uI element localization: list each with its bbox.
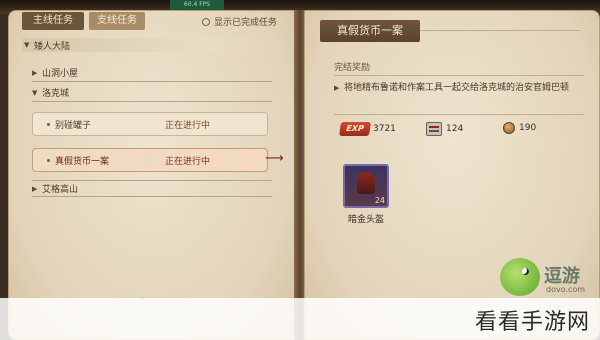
radio-icon[interactable]: [202, 17, 210, 26]
section-label: 完结奖励: [334, 63, 371, 73]
quest-name: 真假货币一案: [55, 156, 110, 167]
region-item-cave-hut[interactable]: ▶ 山洞小屋: [22, 66, 272, 80]
dovo-logo-icon: [500, 258, 540, 296]
bullet-icon: [47, 158, 50, 162]
triangle-right-icon: ▶: [32, 68, 38, 77]
arrow-right-icon[interactable]: ⟶: [265, 152, 284, 166]
reward-scroll: 124: [426, 122, 463, 136]
divider: [420, 30, 580, 31]
reward-exp: EXP 3721: [339, 122, 396, 136]
quest-status: 正在进行中: [165, 156, 211, 167]
triangle-right-icon: ▶: [32, 184, 38, 193]
fps-counter: 60.4 FPS: [170, 0, 224, 10]
region-label: 艾格高山: [42, 185, 79, 195]
divider: [32, 81, 272, 82]
divider: [32, 101, 272, 102]
helmet-icon: [357, 172, 375, 194]
bullet-icon: [47, 122, 50, 126]
objective-text: 将地精布鲁诺和作案工具一起交给洛克城的治安官姆巴顿: [344, 83, 570, 93]
item-level: 24: [374, 196, 385, 205]
show-completed-toggle[interactable]: 显示已完成任务: [202, 15, 277, 28]
triangle-right-icon: ▶: [334, 84, 340, 92]
divider: [334, 114, 584, 115]
reward-coin: 190: [503, 122, 536, 134]
reward-value: 3721: [373, 124, 396, 134]
triangle-down-icon: ▼: [24, 41, 30, 49]
tab-main-quests[interactable]: 主线任务: [22, 12, 84, 30]
triangle-down-icon: ▼: [32, 88, 38, 97]
region-label: 矮人大陆: [34, 41, 71, 52]
quest-title: 真假货币一案: [320, 20, 420, 42]
quest-list-page: [8, 10, 296, 340]
watermark-domain: dovo.com: [546, 285, 586, 294]
coin-icon: [503, 122, 515, 134]
region-item-eger-mountain[interactable]: ▶ 艾格高山: [22, 182, 272, 196]
region-label: 山洞小屋: [42, 69, 79, 79]
quest-item-counterfeit-case[interactable]: 真假货币一案 正在进行中: [32, 148, 268, 172]
reward-item-slot[interactable]: 24: [343, 164, 389, 208]
divider: [32, 196, 272, 197]
quest-status: 正在进行中: [165, 120, 211, 131]
divider: [32, 180, 272, 181]
quest-name: 别碰罐子: [55, 120, 92, 131]
quest-objective: ▶ 将地精布鲁诺和作案工具一起交给洛克城的治安官姆巴顿: [334, 82, 574, 95]
region-label: 洛克城: [42, 89, 70, 99]
show-completed-label: 显示已完成任务: [214, 18, 278, 28]
scroll-icon: [426, 122, 442, 136]
quest-item-dont-touch-jar[interactable]: 别碰罐子 正在进行中: [32, 112, 268, 136]
tab-side-quests[interactable]: 支线任务: [89, 12, 145, 30]
footer-watermark: 看看手游网: [474, 310, 590, 335]
reward-value: 190: [519, 123, 537, 133]
reward-value: 124: [446, 124, 464, 134]
region-header-dwarf-continent[interactable]: ▼ 矮人大陆: [22, 38, 272, 52]
exp-icon: EXP: [339, 122, 371, 136]
item-name: 暗金头盔: [347, 215, 384, 225]
region-item-rock-city[interactable]: ▼ 洛克城: [22, 86, 272, 100]
divider: [334, 75, 584, 76]
